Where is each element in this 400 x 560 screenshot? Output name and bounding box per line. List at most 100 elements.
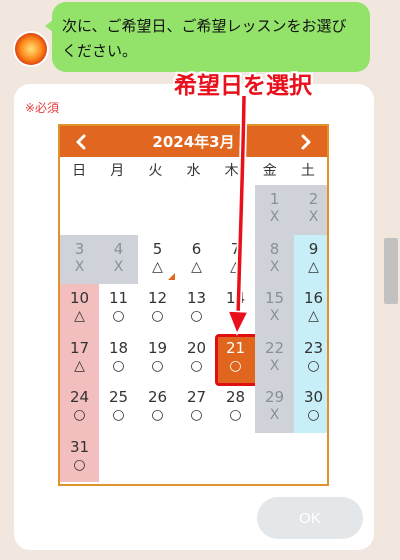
- day-cell[interactable]: 7 △: [216, 235, 255, 285]
- day-number: 19: [147, 338, 168, 357]
- availability-mark: ○: [229, 357, 242, 374]
- availability-mark: X: [269, 308, 280, 324]
- day-number: 11: [108, 289, 129, 307]
- availability-mark: △: [308, 308, 319, 324]
- calendar-header: 2024年3月: [60, 126, 327, 157]
- availability-mark: △: [308, 258, 319, 275]
- day-number: 7: [230, 239, 241, 258]
- availability-mark: △: [74, 357, 85, 374]
- day-number: 20: [186, 338, 207, 357]
- day-number: 6: [191, 239, 202, 258]
- day-number: 14: [225, 289, 246, 307]
- day-number: 5: [152, 239, 163, 258]
- weekday-label: 金: [262, 163, 277, 179]
- day-number: 27: [186, 388, 207, 406]
- empty-cell: [177, 185, 216, 235]
- day-grid: 1 X 2 X 3 X 4 X 5 △ 6 △ 7 △ 8 X 9 △ 10 △ 11 ○ 12 ○ 13 ○ 14 ○ 15 X 16 △ 1…: [60, 185, 327, 482]
- availability-mark: ○: [112, 407, 125, 423]
- day-cell: 1X: [255, 185, 294, 235]
- availability-mark: △: [74, 308, 85, 324]
- day-number: 15: [264, 289, 285, 307]
- day-cell[interactable]: 10 △: [60, 284, 99, 334]
- day-number: 23: [303, 338, 324, 357]
- chevron-left-icon[interactable]: [66, 126, 96, 157]
- day-cell: 8X: [255, 234, 294, 284]
- availability-mark: ○: [112, 308, 125, 324]
- day-number: 3: [74, 239, 85, 258]
- day-cell: 15 X: [255, 284, 294, 334]
- day-cell[interactable]: 27 ○: [177, 383, 216, 433]
- day-number: 22: [264, 338, 285, 357]
- chevron-right-icon[interactable]: [291, 126, 321, 157]
- day-cell[interactable]: 18 ○: [99, 334, 138, 384]
- day-cell[interactable]: 19 ○: [138, 334, 177, 384]
- required-label: ※必須: [25, 101, 60, 115]
- day-number: 25: [108, 388, 129, 406]
- day-number: 13: [186, 289, 207, 307]
- day-cell[interactable]: 26 ○: [138, 383, 177, 433]
- calendar: 2024年3月 日月火水木金土 1 X 2 X 3 X 4 X 5 △ 6 △ 7 △ 8 X 9 △ 10 △ 11 ○…: [58, 124, 329, 486]
- day-cell: 22 X: [255, 333, 294, 383]
- day-cell[interactable]: 23 ○: [294, 333, 327, 383]
- weekday-label: 月: [110, 163, 125, 179]
- day-cell[interactable]: 25 ○: [99, 383, 138, 433]
- availability-mark: X: [74, 258, 85, 275]
- availability-mark: ○: [307, 407, 320, 423]
- weekday-label: 日: [72, 163, 87, 179]
- day-number: 10: [69, 289, 90, 307]
- weekday-label: 水: [186, 163, 201, 179]
- day-number: 30: [303, 388, 324, 406]
- day-cell: 29 X: [255, 383, 294, 433]
- day-number: 9: [308, 239, 319, 258]
- availability-mark: ○: [229, 308, 242, 324]
- availability-mark: ○: [190, 357, 203, 374]
- availability-mark: ○: [151, 407, 164, 423]
- availability-mark: ○: [151, 308, 164, 324]
- day-cell[interactable]: 6 △: [177, 235, 216, 285]
- weekday-label: 火: [148, 163, 163, 179]
- scrollbar-thumb[interactable]: [384, 238, 398, 304]
- day-number: 18: [108, 338, 129, 357]
- day-cell[interactable]: 31 ○: [60, 432, 99, 482]
- day-cell[interactable]: 13 ○: [177, 284, 216, 334]
- day-number: 2: [308, 190, 319, 208]
- availability-mark: ○: [190, 308, 203, 324]
- ok-button[interactable]: OK: [257, 497, 363, 539]
- weekday-label: 木: [224, 163, 239, 179]
- chat-message: 次に、ご希望日、ご希望レッスンをお選びください。: [62, 17, 347, 60]
- day-number: 17: [69, 338, 90, 357]
- calendar-title: 2024年3月: [152, 133, 235, 151]
- day-cell[interactable]: 5 △: [138, 235, 177, 285]
- bot-avatar: [15, 33, 47, 65]
- availability-mark: X: [269, 209, 280, 225]
- day-cell[interactable]: 20 ○: [177, 334, 216, 384]
- day-cell[interactable]: 17 △: [60, 333, 99, 383]
- day-cell[interactable]: 24 ○: [60, 383, 99, 433]
- availability-mark: ○: [112, 357, 125, 374]
- availability-mark: X: [308, 209, 319, 225]
- day-cell[interactable]: 9 △: [294, 234, 327, 284]
- day-number: 31: [69, 437, 90, 456]
- day-number: 8: [269, 239, 280, 258]
- availability-mark: ○: [73, 407, 86, 423]
- availability-mark: △: [152, 258, 163, 275]
- availability-mark: X: [269, 258, 280, 275]
- day-cell[interactable]: 28 ○: [216, 383, 255, 433]
- day-number: 26: [147, 388, 168, 406]
- availability-mark: X: [269, 357, 280, 374]
- annotation-label: 希望日を選択: [174, 73, 312, 99]
- empty-cell: [99, 185, 138, 235]
- availability-mark: X: [269, 407, 280, 423]
- availability-mark: X: [113, 258, 124, 275]
- day-cell[interactable]: 16 △: [294, 284, 327, 334]
- day-cell[interactable]: 14 ○: [216, 284, 255, 334]
- availability-mark: △: [230, 258, 241, 275]
- day-cell[interactable]: 30 ○: [294, 383, 327, 433]
- day-cell[interactable]: 21 ○: [215, 333, 262, 385]
- availability-mark: ○: [229, 407, 242, 423]
- day-number: 12: [147, 289, 168, 307]
- day-cell[interactable]: 12 ○: [138, 284, 177, 334]
- day-cell[interactable]: 11 ○: [99, 284, 138, 334]
- day-number: 16: [303, 289, 324, 307]
- availability-mark: ○: [307, 357, 320, 374]
